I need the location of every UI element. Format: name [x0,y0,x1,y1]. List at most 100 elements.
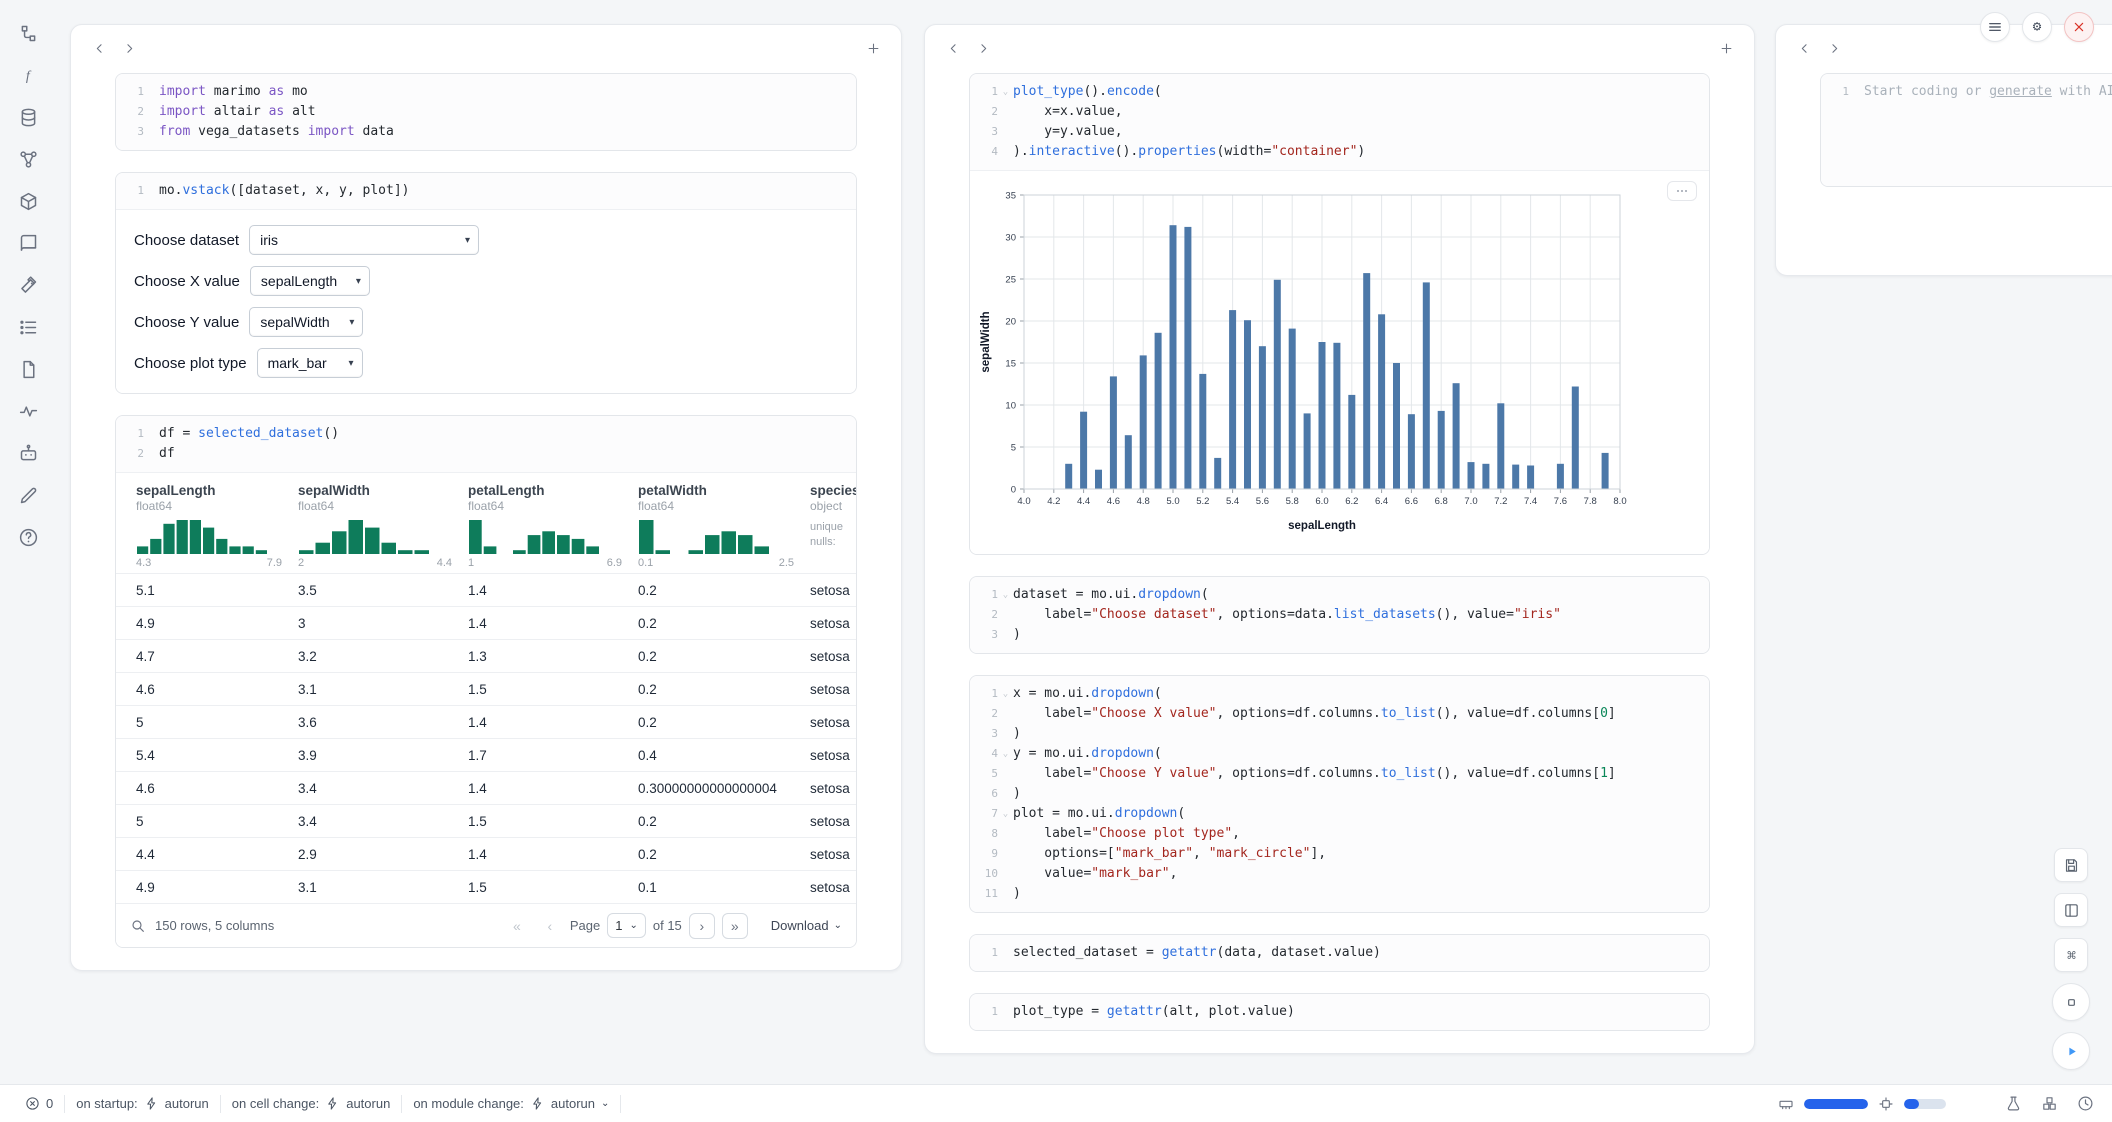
add-cell-button[interactable] [1712,34,1740,62]
sidebar-item-help[interactable] [15,524,42,551]
autorun-setting-0[interactable]: on startup:autorun [65,1096,220,1111]
table-row[interactable]: 4.93.11.50.1setosa [116,870,856,903]
fold-marker [998,824,1013,844]
table-row[interactable]: 5.13.51.40.2setosa [116,573,856,606]
code-line: 1selected_dataset = getattr(data, datase… [974,943,1699,963]
sidebar-item-outline[interactable] [15,314,42,341]
sidebar-item-documentation[interactable] [15,230,42,257]
next-page-button[interactable]: › [689,913,715,939]
cell-editor[interactable]: 1Start coding or generate with AI [1821,74,2112,186]
cpu-icon [1878,1096,1894,1112]
code-line: 1import marimo as mo [120,82,846,102]
table-row[interactable]: 5.43.91.70.4setosa [116,738,856,771]
table-row[interactable]: 4.63.41.40.30000000000000004setosa [116,771,856,804]
sidebar-item-scratchpad[interactable] [15,482,42,509]
shortcuts-button[interactable]: ⌘ [2054,938,2088,972]
altair-bar-chart[interactable]: 4.04.24.44.64.85.05.25.45.65.86.06.26.46… [978,183,1630,537]
autorun-setting-2[interactable]: on module change:autorun⌄ [402,1096,620,1111]
save-button[interactable] [2054,848,2088,882]
sidebar-item-ai-chat[interactable] [15,440,42,467]
sidebar-item-logs[interactable] [15,398,42,425]
download-button[interactable]: Download⌄ [771,918,842,933]
fold-marker[interactable]: ⌄ [998,744,1013,764]
column-left-button[interactable] [1790,34,1818,62]
table-row[interactable]: 4.42.91.40.2setosa [116,837,856,870]
sidebar-item-file-explorer[interactable] [15,20,42,47]
dropdown-select[interactable]: mark_bar▾ [257,348,363,378]
run-all-button[interactable] [2052,1032,2090,1070]
column-right-button[interactable] [1820,34,1848,62]
autorun-setting-1[interactable]: on cell change:autorun [221,1096,402,1111]
svg-text:f: f [25,69,31,84]
sidebar-item-datasources[interactable] [15,104,42,131]
add-cell-button[interactable] [859,34,887,62]
menu-button[interactable] [1980,12,2010,42]
chev-right-icon [122,41,137,56]
column-histogram [468,520,600,554]
interrupt-button[interactable] [2052,983,2090,1021]
layout-button[interactable] [2054,893,2088,927]
fold-marker[interactable]: ⌄ [998,804,1013,824]
cell-editor[interactable]: 1mo.vstack([dataset, x, y, plot]) [116,173,856,209]
packages-button[interactable] [2036,1091,2062,1117]
sidebar-item-packages[interactable] [15,188,42,215]
fold-marker [144,444,159,464]
file-explorer-icon [18,23,39,44]
last-page-button[interactable]: » [722,913,748,939]
sidebar-item-variables[interactable]: f [15,62,42,89]
sidebar-item-dependencies[interactable] [15,146,42,173]
chart-options-button[interactable] [1667,181,1697,201]
table-row[interactable]: 4.73.21.30.2setosa [116,639,856,672]
error-count-button[interactable]: 0 [14,1096,64,1111]
line-number: 4 [974,744,998,764]
generate-with-ai-link[interactable]: generate [1989,84,2052,99]
fold-marker [998,102,1013,122]
cell-editor[interactable]: 1selected_dataset = getattr(data, datase… [970,935,1709,971]
cell-editor[interactable]: 1import marimo as mo2import altair as al… [116,74,856,150]
fold-marker[interactable]: ⌄ [998,585,1013,605]
history-button[interactable] [2072,1091,2098,1117]
column-header[interactable]: speciesobjectuniquenulls: [802,483,856,569]
page-select[interactable]: 1⌄ [607,913,646,938]
prev-page-button[interactable]: ‹ [537,913,563,939]
search-button[interactable] [130,918,146,934]
fold-marker [998,864,1013,884]
dropdown-select[interactable]: iris▾ [249,225,479,255]
chev-right-icon [1827,41,1842,56]
table-row[interactable]: 4.931.40.2setosa [116,606,856,639]
cell-editor[interactable]: 1⌄x = mo.ui.dropdown(2 label="Choose X v… [970,676,1709,912]
code-line: 5 label="Choose Y value", options=df.col… [974,764,1699,784]
first-page-button[interactable]: « [504,913,530,939]
column-header[interactable]: sepalWidthfloat6424.4 [290,483,460,569]
memory-meter [1804,1099,1868,1109]
sidebar-item-snippets[interactable] [15,356,42,383]
experiments-button[interactable] [2000,1091,2026,1117]
column-histogram [136,520,268,554]
cell-editor[interactable]: 1plot_type = getattr(alt, plot.value) [970,994,1709,1030]
column-left-button[interactable] [85,34,113,62]
table-row[interactable]: 53.41.50.2setosa [116,804,856,837]
dropdown-select[interactable]: sepalWidth▾ [249,307,363,337]
fold-marker[interactable]: ⌄ [998,684,1013,704]
column-header[interactable]: petalLengthfloat6416.9 [460,483,630,569]
cell-editor[interactable]: 1⌄plot_type().encode(2 x=x.value,3 y=y.v… [970,74,1709,170]
code-line: 4⌄y = mo.ui.dropdown( [974,744,1699,764]
dropdown-select[interactable]: sepalLength▾ [250,266,370,296]
line-number: 1 [120,424,144,444]
table-row[interactable]: 53.61.40.2setosa [116,705,856,738]
chevron-down-icon: ▾ [465,235,470,246]
settings-button[interactable]: ⚙ [2022,12,2052,42]
cell-editor[interactable]: 1⌄dataset = mo.ui.dropdown(2 label="Choo… [970,577,1709,653]
sidebar-item-tools[interactable] [15,272,42,299]
svg-text:4.0: 4.0 [1017,496,1030,507]
fold-marker [998,605,1013,625]
fold-marker[interactable]: ⌄ [998,82,1013,102]
column-left-button[interactable] [939,34,967,62]
column-right-button[interactable] [115,34,143,62]
column-header[interactable]: petalWidthfloat640.12.5 [630,483,802,569]
column-header[interactable]: sepalLengthfloat644.37.9 [128,483,290,569]
column-right-button[interactable] [969,34,997,62]
shutdown-button[interactable] [2064,12,2094,42]
table-row[interactable]: 4.63.11.50.2setosa [116,672,856,705]
cell-editor[interactable]: 1df = selected_dataset()2df [116,416,856,472]
